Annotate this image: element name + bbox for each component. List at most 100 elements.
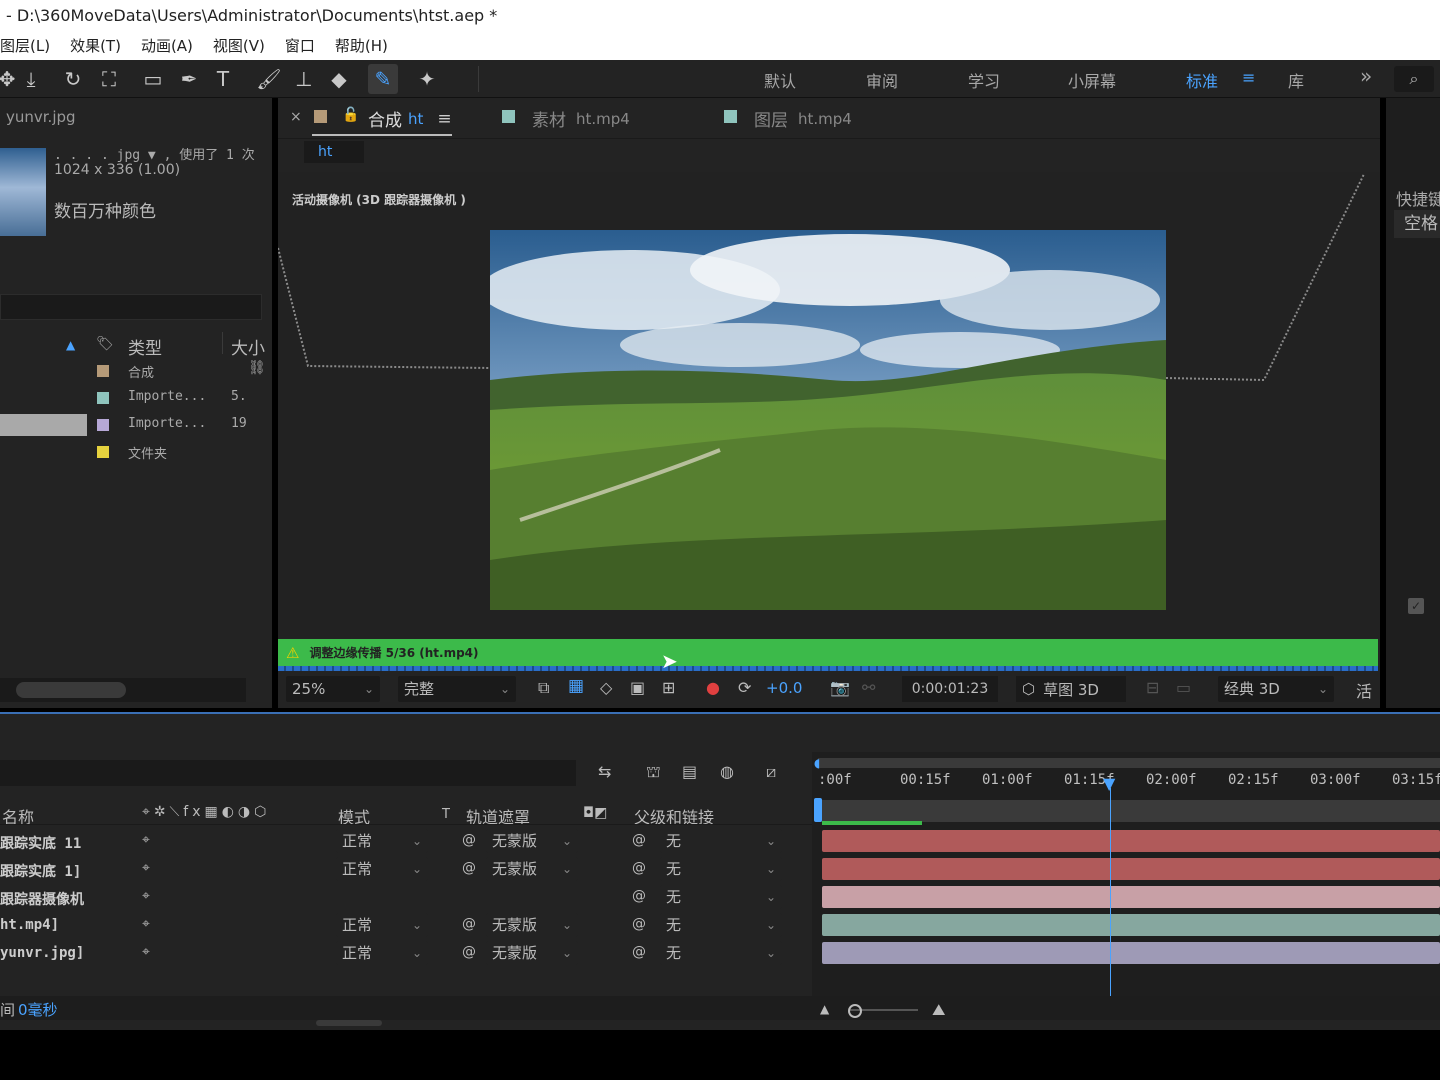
project-item-type[interactable]: 文件夹 bbox=[128, 443, 167, 462]
zoom-tool-icon[interactable]: ⤓ bbox=[16, 64, 46, 94]
workspace-overflow-icon[interactable]: » bbox=[1360, 64, 1372, 88]
track-matte-dropdown[interactable]: 无蒙版 ⌄ bbox=[486, 941, 578, 965]
pen-tool-icon[interactable]: ✒ bbox=[174, 64, 204, 94]
lock-icon[interactable]: 🔓 bbox=[342, 107, 359, 123]
parent-dropdown[interactable]: 无 ⌄ bbox=[660, 941, 782, 965]
matte-pickwhip-icon[interactable]: @ bbox=[462, 944, 476, 960]
comp-breadcrumb[interactable]: ht bbox=[304, 141, 364, 163]
parent-dropdown[interactable]: 无 ⌄ bbox=[660, 885, 782, 909]
option-checkbox[interactable]: ✓ bbox=[1408, 598, 1424, 614]
tab-footage[interactable]: 素材 ht.mp4 bbox=[532, 106, 630, 132]
layer-duration-bar[interactable] bbox=[822, 942, 1440, 964]
parent-pickwhip-icon[interactable]: @ bbox=[632, 944, 646, 960]
layer-duration-bar[interactable] bbox=[822, 886, 1440, 908]
matte-pickwhip-icon[interactable]: @ bbox=[462, 916, 476, 932]
tab-composition[interactable]: 合成 ht ≡ bbox=[368, 106, 452, 132]
track-matte-dropdown[interactable]: 无蒙版 ⌄ bbox=[486, 913, 578, 937]
draft-3d-toggle[interactable]: ⬡ 草图 3D bbox=[1016, 676, 1126, 702]
zoom-dropdown[interactable]: 25% ⌄ bbox=[286, 676, 380, 702]
horizontal-scrollbar-thumb[interactable] bbox=[316, 1020, 382, 1026]
roto-brush-tool-icon[interactable]: ✎ bbox=[368, 64, 398, 94]
eraser-tool-icon[interactable]: ◆ bbox=[324, 64, 354, 94]
snapshot-camera-icon[interactable]: 📷 bbox=[830, 678, 850, 697]
menu-effect[interactable]: 效果(T) bbox=[70, 32, 121, 60]
workspace-menu-icon[interactable]: ≡ bbox=[1242, 68, 1255, 87]
frame-blending-icon[interactable]: ▤ bbox=[682, 762, 697, 781]
shy-switch-icon[interactable]: ⌖ bbox=[142, 944, 150, 960]
rectangle-tool-icon[interactable]: ▭ bbox=[138, 64, 168, 94]
track-matte-dropdown[interactable]: 无蒙版 ⌄ bbox=[486, 857, 578, 881]
matte-pickwhip-icon[interactable]: @ bbox=[462, 832, 476, 848]
shy-switch-icon[interactable]: ⌖ bbox=[142, 888, 150, 904]
shy-switch-icon[interactable]: ⌖ bbox=[142, 860, 150, 876]
search-help-icon[interactable]: ⌕ bbox=[1394, 66, 1434, 92]
project-item-type[interactable]: 合成 bbox=[128, 362, 154, 381]
workspace-standard[interactable]: 标准 bbox=[1186, 68, 1218, 92]
reset-exposure-icon[interactable]: ⟳ bbox=[738, 678, 751, 697]
puppet-pin-tool-icon[interactable]: ✦ bbox=[412, 64, 442, 94]
layer-mode-dropdown[interactable]: 正常 ⌄ bbox=[336, 857, 428, 881]
brush-tool-icon[interactable]: 🖌 bbox=[254, 64, 284, 94]
project-row-selection[interactable] bbox=[0, 414, 87, 436]
work-area-start-handle[interactable]: ◖ bbox=[814, 756, 820, 770]
parent-dropdown[interactable]: 无 ⌄ bbox=[660, 913, 782, 937]
project-scrollbar-thumb[interactable] bbox=[16, 682, 126, 698]
layer-mode-dropdown[interactable]: 正常 ⌄ bbox=[336, 829, 428, 853]
resolution-dropdown[interactable]: 完整 ⌄ bbox=[398, 676, 516, 702]
extended-viewer-icon[interactable]: ▭ bbox=[1176, 678, 1191, 697]
layer-mode-dropdown[interactable]: 正常 ⌄ bbox=[336, 913, 428, 937]
fast-preview-icon[interactable]: ⧉ bbox=[538, 678, 549, 698]
grid-guides-icon[interactable]: ⊞ bbox=[662, 678, 675, 697]
menu-layer[interactable]: 图层(L) bbox=[0, 32, 50, 60]
parent-dropdown[interactable]: 无 ⌄ bbox=[660, 829, 782, 853]
workspace-default[interactable]: 默认 bbox=[764, 68, 796, 92]
layer-name[interactable]: ht.mp4] bbox=[0, 917, 59, 933]
menu-view[interactable]: 视图(V) bbox=[213, 32, 265, 60]
ground-plane-icon[interactable]: ⊟ bbox=[1146, 678, 1159, 697]
rotate-tool-icon[interactable]: ↻ bbox=[58, 64, 88, 94]
menu-animation[interactable]: 动画(A) bbox=[141, 32, 193, 60]
menu-window[interactable]: 窗口 bbox=[285, 32, 315, 60]
graph-editor-icon[interactable]: ⧄ bbox=[766, 762, 776, 782]
mask-visibility-icon[interactable]: ◇ bbox=[600, 678, 612, 697]
layer-row[interactable]: 跟踪实底 1] ⌖ 正常 ⌄ @ 无蒙版 ⌄ @ 无 ⌄ bbox=[0, 856, 812, 884]
parent-pickwhip-icon[interactable]: @ bbox=[632, 888, 646, 904]
work-area-bar[interactable] bbox=[818, 758, 1440, 768]
composition-mini-flowchart-icon[interactable]: ⇆ bbox=[598, 762, 611, 781]
tab-menu-icon[interactable]: ≡ bbox=[437, 109, 451, 129]
shy-switch-icon[interactable]: ⌖ bbox=[142, 832, 150, 848]
layer-row[interactable]: 跟踪实底 11 ⌖ 正常 ⌄ @ 无蒙版 ⌄ @ 无 ⌄ bbox=[0, 828, 812, 856]
shy-layers-icon[interactable]: ⛫ bbox=[646, 762, 661, 783]
sort-ascending-icon[interactable]: ▲ bbox=[66, 338, 75, 352]
parent-pickwhip-icon[interactable]: @ bbox=[632, 860, 646, 876]
close-tab-icon[interactable]: × bbox=[290, 109, 302, 125]
layer-name[interactable]: 跟踪实底 1] bbox=[0, 861, 81, 881]
text-tool-icon[interactable]: T bbox=[208, 64, 238, 94]
tab-layer[interactable]: 图层 ht.mp4 bbox=[754, 106, 852, 132]
zoom-out-icon[interactable]: ▲ bbox=[820, 1002, 829, 1016]
clone-stamp-tool-icon[interactable]: ⊥ bbox=[289, 64, 319, 94]
exposure-value[interactable]: +0.0 bbox=[766, 679, 802, 697]
layer-row[interactable]: yunvr.jpg] ⌖ 正常 ⌄ @ 无蒙版 ⌄ @ 无 ⌄ bbox=[0, 940, 812, 968]
parent-pickwhip-icon[interactable]: @ bbox=[632, 832, 646, 848]
show-snapshot-icon[interactable]: ⚯ bbox=[862, 678, 875, 697]
project-search-input[interactable] bbox=[0, 294, 262, 320]
layer-search-input[interactable] bbox=[0, 760, 576, 786]
label-tag-icon[interactable]: 🏷 bbox=[96, 336, 114, 352]
column-type-header[interactable]: 类型 bbox=[128, 334, 162, 359]
layer-row[interactable]: 跟踪器摄像机 ⌖ @ 无 ⌄ bbox=[0, 884, 812, 912]
column-preserve-transparency-header[interactable]: T bbox=[442, 807, 450, 822]
layer-duration-bar[interactable] bbox=[822, 914, 1440, 936]
column-size-header[interactable]: 大小 bbox=[231, 334, 265, 359]
zoom-in-icon[interactable]: ⛰ bbox=[932, 1000, 945, 1020]
layer-name[interactable]: 跟踪器摄像机 bbox=[0, 889, 84, 909]
channel-icon[interactable]: ● bbox=[706, 678, 720, 697]
current-timecode[interactable]: 0:00:01:23 bbox=[902, 676, 998, 702]
transparency-grid-icon[interactable]: ▦ bbox=[568, 676, 584, 696]
layer-duration-bar[interactable] bbox=[822, 858, 1440, 880]
renderer-dropdown[interactable]: 经典 3D ⌄ bbox=[1218, 676, 1334, 702]
composition-flowchart-icon[interactable]: ⛓ bbox=[248, 360, 266, 376]
motion-blur-icon[interactable]: ◍ bbox=[720, 762, 734, 781]
camera-tool-icon[interactable]: ⛶ bbox=[94, 64, 124, 94]
shortcut-key-field[interactable]: 空格 bbox=[1394, 210, 1440, 238]
